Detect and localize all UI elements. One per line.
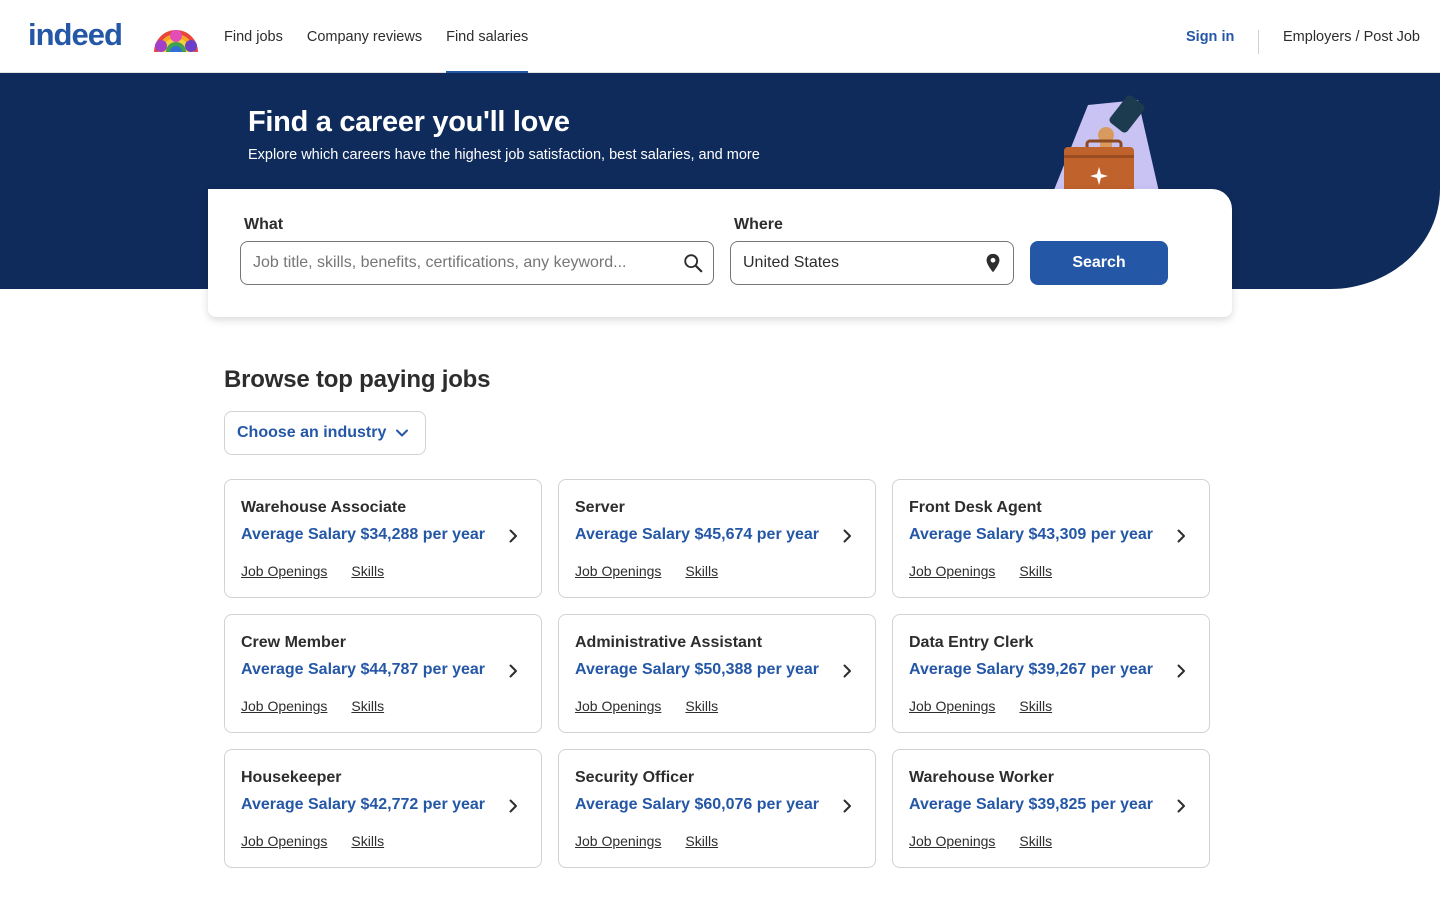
nav-find-salaries[interactable]: Find salaries xyxy=(446,0,529,73)
job-card: Front Desk Agent Average Salary $43,309 … xyxy=(892,479,1210,598)
indeed-logo-text: indeed xyxy=(28,17,123,52)
chevron-right-icon[interactable] xyxy=(839,528,855,544)
search-icon[interactable] xyxy=(682,252,704,274)
chevron-right-icon[interactable] xyxy=(1173,663,1189,679)
skills-link[interactable]: Skills xyxy=(351,563,384,579)
card-links: Job Openings Skills xyxy=(909,698,1076,714)
average-salary-link[interactable]: Average Salary $34,288 per year xyxy=(241,526,485,544)
where-label: Where xyxy=(734,216,783,233)
search-button[interactable]: Search xyxy=(1030,241,1168,285)
average-salary-link[interactable]: Average Salary $43,309 per year xyxy=(909,526,1153,544)
job-title: Data Entry Clerk xyxy=(909,634,1034,651)
job-title: Administrative Assistant xyxy=(575,634,763,651)
job-openings-link[interactable]: Job Openings xyxy=(241,563,327,579)
job-openings-link[interactable]: Job Openings xyxy=(575,563,661,579)
job-title: Warehouse Associate xyxy=(241,499,407,516)
average-salary-link[interactable]: Average Salary $39,267 per year xyxy=(909,661,1153,679)
skills-link[interactable]: Skills xyxy=(1019,833,1052,849)
skills-link[interactable]: Skills xyxy=(1019,563,1052,579)
card-links: Job Openings Skills xyxy=(909,833,1076,849)
average-salary-link[interactable]: Average Salary $39,825 per year xyxy=(909,796,1153,814)
top-header: indeed Find jobs Company reviews Find sa… xyxy=(0,0,1440,73)
skills-link[interactable]: Skills xyxy=(351,833,384,849)
browse-title: Browse top paying jobs xyxy=(224,366,491,393)
job-card: Security Officer Average Salary $60,076 … xyxy=(558,749,876,868)
job-card: Server Average Salary $45,674 per year J… xyxy=(558,479,876,598)
card-links: Job Openings Skills xyxy=(241,698,408,714)
skills-link[interactable]: Skills xyxy=(685,698,718,714)
skills-link[interactable]: Skills xyxy=(685,833,718,849)
what-input[interactable] xyxy=(253,254,713,272)
card-links: Job Openings Skills xyxy=(575,698,742,714)
employers-post-job-link[interactable]: Employers / Post Job xyxy=(1283,0,1420,73)
chevron-right-icon[interactable] xyxy=(505,663,521,679)
indeed-logo[interactable]: indeed xyxy=(28,17,123,52)
location-pin-icon xyxy=(986,253,1000,273)
average-salary-link[interactable]: Average Salary $60,076 per year xyxy=(575,796,819,814)
chevron-right-icon[interactable] xyxy=(839,798,855,814)
search-card: What Where Search xyxy=(208,189,1232,317)
average-salary-link[interactable]: Average Salary $50,388 per year xyxy=(575,661,819,679)
what-label: What xyxy=(244,216,284,233)
what-field[interactable] xyxy=(240,241,714,285)
skills-link[interactable]: Skills xyxy=(685,563,718,579)
job-title: Server xyxy=(575,499,625,516)
card-links: Job Openings Skills xyxy=(909,563,1076,579)
chevron-right-icon[interactable] xyxy=(505,528,521,544)
job-openings-link[interactable]: Job Openings xyxy=(241,698,327,714)
header-divider xyxy=(1258,30,1259,54)
skills-link[interactable]: Skills xyxy=(351,698,384,714)
skills-link[interactable]: Skills xyxy=(1019,698,1052,714)
job-title: Security Officer xyxy=(575,769,695,786)
job-openings-link[interactable]: Job Openings xyxy=(909,563,995,579)
where-input[interactable] xyxy=(743,254,1013,272)
industry-dropdown-label: Choose an industry xyxy=(237,424,387,441)
where-field[interactable] xyxy=(730,241,1014,285)
card-links: Job Openings Skills xyxy=(241,563,408,579)
job-card: Warehouse Worker Average Salary $39,825 … xyxy=(892,749,1210,868)
job-card: Data Entry Clerk Average Salary $39,267 … xyxy=(892,614,1210,733)
hero-title: Find a career you'll love xyxy=(248,106,570,138)
job-cards-grid: Warehouse Associate Average Salary $34,2… xyxy=(224,479,1210,868)
job-card: Crew Member Average Salary $44,787 per y… xyxy=(224,614,542,733)
pride-logo-icon xyxy=(154,30,198,52)
main-nav: Find jobs Company reviews Find salaries xyxy=(224,0,552,73)
chevron-right-icon[interactable] xyxy=(1173,798,1189,814)
job-title: Crew Member xyxy=(241,634,346,651)
industry-dropdown[interactable]: Choose an industry xyxy=(224,411,426,455)
job-openings-link[interactable]: Job Openings xyxy=(909,833,995,849)
job-card: Administrative Assistant Average Salary … xyxy=(558,614,876,733)
average-salary-link[interactable]: Average Salary $45,674 per year xyxy=(575,526,819,544)
job-openings-link[interactable]: Job Openings xyxy=(241,833,327,849)
card-links: Job Openings Skills xyxy=(575,833,742,849)
chevron-down-icon xyxy=(396,429,409,437)
card-links: Job Openings Skills xyxy=(241,833,408,849)
nav-find-jobs[interactable]: Find jobs xyxy=(224,0,283,73)
chevron-right-icon[interactable] xyxy=(839,663,855,679)
job-openings-link[interactable]: Job Openings xyxy=(575,698,661,714)
nav-company-reviews[interactable]: Company reviews xyxy=(307,0,422,73)
job-title: Housekeeper xyxy=(241,769,342,786)
sign-in-link[interactable]: Sign in xyxy=(1186,0,1234,73)
average-salary-link[interactable]: Average Salary $42,772 per year xyxy=(241,796,485,814)
job-card: Housekeeper Average Salary $42,772 per y… xyxy=(224,749,542,868)
hero-subtitle: Explore which careers have the highest j… xyxy=(248,147,760,163)
average-salary-link[interactable]: Average Salary $44,787 per year xyxy=(241,661,485,679)
chevron-right-icon[interactable] xyxy=(505,798,521,814)
chevron-right-icon[interactable] xyxy=(1173,528,1189,544)
card-links: Job Openings Skills xyxy=(575,563,742,579)
job-openings-link[interactable]: Job Openings xyxy=(909,698,995,714)
job-title: Warehouse Worker xyxy=(909,769,1054,786)
job-card: Warehouse Associate Average Salary $34,2… xyxy=(224,479,542,598)
job-title: Front Desk Agent xyxy=(909,499,1042,516)
job-openings-link[interactable]: Job Openings xyxy=(575,833,661,849)
